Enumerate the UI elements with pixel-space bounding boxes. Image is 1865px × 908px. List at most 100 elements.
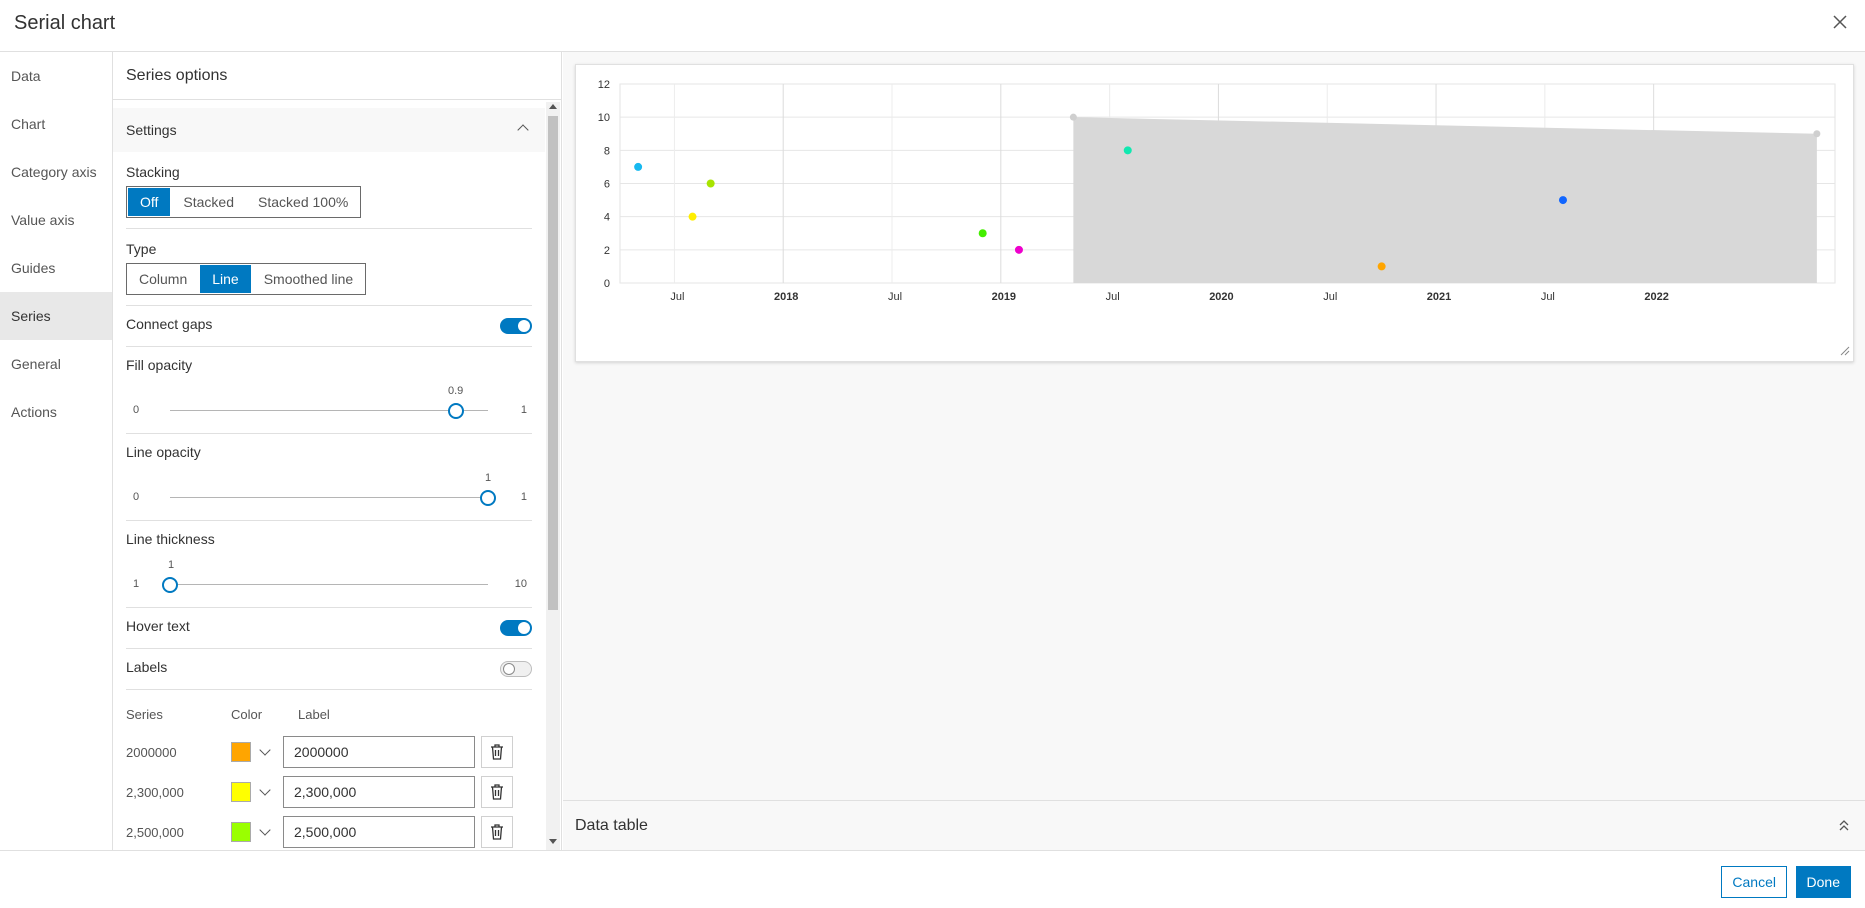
- type-segmented-control: Column Line Smoothed line: [126, 263, 367, 295]
- series-row: 2,500,000: [126, 812, 532, 850]
- y-tick-label: 2: [604, 245, 610, 257]
- settings-heading: Settings: [126, 122, 177, 138]
- line-thickness-label: Line thickness: [126, 531, 215, 547]
- area-start-point[interactable]: [1069, 113, 1077, 121]
- scroll-thumb[interactable]: [548, 116, 558, 610]
- fill-opacity-max: 1: [520, 404, 527, 416]
- done-button[interactable]: Done: [1795, 866, 1851, 898]
- stacking-segmented-control: Off Stacked Stacked 100%: [126, 186, 362, 218]
- delete-series-button[interactable]: [481, 736, 513, 768]
- data-point[interactable]: [1014, 245, 1023, 254]
- x-tick-label: 2020: [1209, 291, 1233, 303]
- stacking-option-off[interactable]: Off: [128, 188, 171, 216]
- series-table-header: Series Color Label: [126, 698, 532, 732]
- delete-series-button[interactable]: [481, 776, 513, 808]
- x-tick-label: Jul: [670, 291, 684, 303]
- line-thickness-value: 1: [168, 559, 175, 571]
- delete-series-button[interactable]: [481, 816, 513, 848]
- data-table-bar[interactable]: Data table: [563, 800, 1865, 850]
- type-option-column[interactable]: Column: [127, 264, 199, 294]
- double-chevron-up-icon[interactable]: [1837, 817, 1851, 833]
- data-point[interactable]: [1558, 196, 1567, 205]
- line-opacity-value: 1: [485, 472, 492, 484]
- scroll-up-icon[interactable]: [549, 104, 557, 109]
- series-name: 2,500,000: [126, 824, 184, 840]
- hover-text-toggle[interactable]: [500, 620, 532, 636]
- labels-toggle[interactable]: [500, 661, 532, 677]
- x-tick-label: 2022: [1644, 291, 1668, 303]
- data-point[interactable]: [978, 229, 987, 238]
- type-option-line[interactable]: Line: [200, 265, 251, 293]
- data-point[interactable]: [688, 212, 697, 221]
- chevron-up-icon[interactable]: [517, 124, 529, 136]
- series-row: 2,300,000: [126, 772, 532, 812]
- chevron-down-icon[interactable]: [259, 744, 271, 756]
- series-color-swatch[interactable]: [231, 822, 251, 842]
- fill-opacity-slider: 0 0.9 1: [126, 373, 532, 431]
- stacking-field: Stacking Off Stacked Stacked 100%: [126, 152, 532, 229]
- line-thickness-field: Line thickness 1 1 10: [126, 521, 532, 608]
- series-name: 2000000: [126, 744, 177, 760]
- labels-field: Labels: [126, 649, 532, 690]
- x-tick-label: Jul: [1106, 291, 1120, 303]
- nav-item-data[interactable]: Data: [0, 52, 112, 100]
- settings-section-header[interactable]: Settings: [113, 108, 545, 152]
- labels-label: Labels: [126, 659, 168, 675]
- hover-text-field: Hover text: [126, 608, 532, 649]
- nav-item-actions[interactable]: Actions: [0, 388, 112, 436]
- panel-scrollbar[interactable]: [546, 102, 560, 850]
- line-thickness-thumb[interactable]: [162, 577, 178, 593]
- series-color-swatch[interactable]: [231, 782, 251, 802]
- chart-preview-area: 0 2 4 6 8 10 12 Jul 2018 Jul 2019 Jul 2020 Jul 2021 Ju…: [563, 52, 1865, 850]
- nav-item-chart[interactable]: Chart: [0, 100, 112, 148]
- fill-opacity-track[interactable]: [170, 410, 488, 411]
- trash-icon: [491, 784, 503, 800]
- x-tick-label: 2018: [774, 291, 798, 303]
- scroll-down-icon[interactable]: [549, 839, 557, 844]
- series-column-header: Series: [126, 707, 163, 722]
- close-icon[interactable]: [1829, 11, 1851, 33]
- connect-gaps-field: Connect gaps: [126, 306, 532, 347]
- cancel-button[interactable]: Cancel: [1721, 866, 1787, 898]
- type-label: Type: [126, 241, 157, 257]
- nav-item-category-axis[interactable]: Category axis: [0, 148, 112, 196]
- line-thickness-track[interactable]: [170, 584, 488, 585]
- chart-preview-card: 0 2 4 6 8 10 12 Jul 2018 Jul 2019 Jul 2020 Jul 2021 Ju…: [575, 64, 1854, 362]
- fill-opacity-thumb[interactable]: [448, 403, 464, 419]
- dialog-footer: Cancel Done: [0, 850, 1865, 908]
- color-column-header: Color: [231, 707, 263, 722]
- fill-opacity-value: 0.9: [448, 385, 464, 397]
- nav-item-guides[interactable]: Guides: [0, 244, 112, 292]
- y-tick-label: 10: [598, 112, 610, 124]
- line-opacity-label: Line opacity: [126, 444, 201, 460]
- series-label-input[interactable]: [283, 736, 475, 768]
- series-label-input[interactable]: [283, 776, 475, 808]
- line-opacity-max: 1: [520, 491, 527, 503]
- dialog-header: Serial chart: [0, 0, 1865, 52]
- type-option-smoothed-line[interactable]: Smoothed line: [252, 264, 366, 294]
- data-point[interactable]: [1123, 146, 1132, 155]
- chevron-down-icon[interactable]: [259, 784, 271, 796]
- stacking-option-stacked[interactable]: Stacked: [171, 187, 246, 217]
- data-point[interactable]: [706, 179, 715, 188]
- chevron-down-icon[interactable]: [259, 824, 271, 836]
- line-opacity-thumb[interactable]: [480, 490, 496, 506]
- nav-item-general[interactable]: General: [0, 340, 112, 388]
- serial-chart: 0 2 4 6 8 10 12 Jul 2018 Jul 2019 Jul 2020 Jul 2021 Ju…: [598, 79, 1850, 356]
- series-color-swatch[interactable]: [231, 742, 251, 762]
- stacking-option-stacked-100[interactable]: Stacked 100%: [246, 187, 360, 217]
- connect-gaps-toggle[interactable]: [500, 318, 532, 334]
- data-point[interactable]: [634, 162, 643, 171]
- area-end-point[interactable]: [1813, 130, 1821, 138]
- nav-item-value-axis[interactable]: Value axis: [0, 196, 112, 244]
- y-tick-label: 6: [604, 179, 610, 191]
- series-name: 2,300,000: [126, 784, 184, 800]
- panel-scroll-area: Settings Stacking Off Stacked Stacked 10…: [113, 108, 545, 850]
- x-tick-label: 2019: [992, 291, 1016, 303]
- data-point[interactable]: [1377, 262, 1386, 271]
- series-label-input[interactable]: [283, 816, 475, 848]
- fill-opacity-field: Fill opacity 0 0.9 1: [126, 347, 532, 434]
- line-opacity-track[interactable]: [170, 497, 488, 498]
- nav-item-series[interactable]: Series: [0, 292, 112, 340]
- resize-handle-icon[interactable]: [1840, 346, 1850, 356]
